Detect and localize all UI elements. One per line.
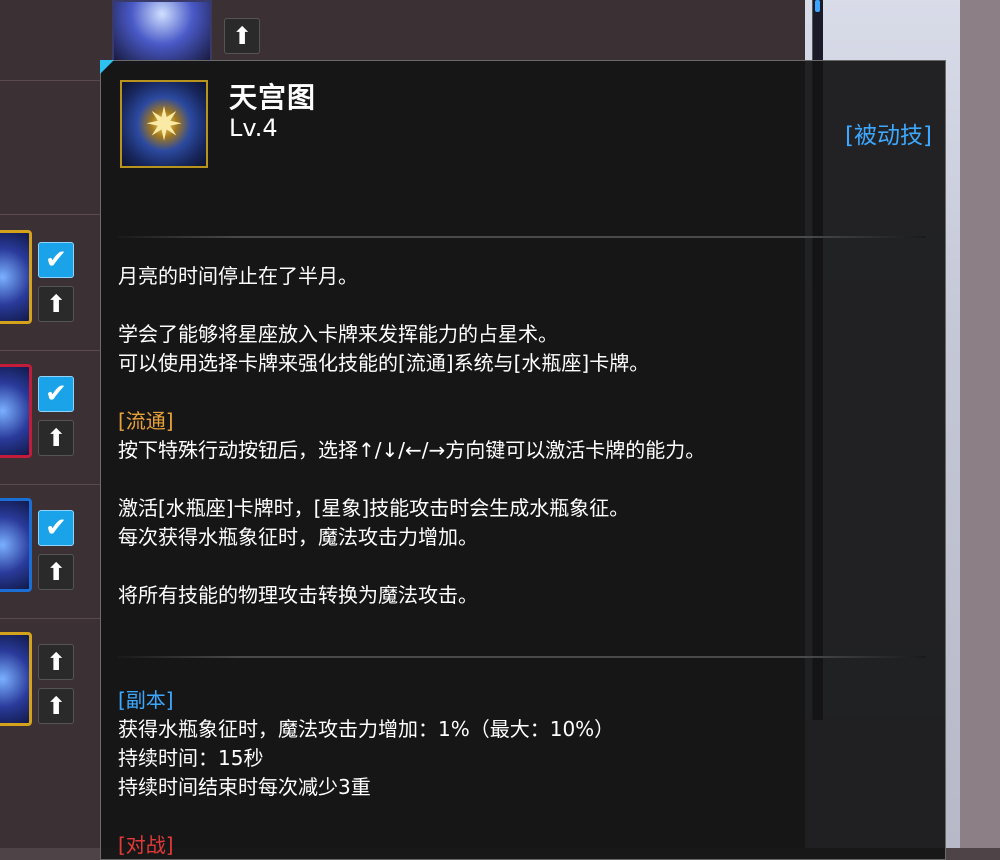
scrollbar-thumb[interactable] (815, 0, 820, 12)
aquarius-line-1: 激活[水瓶座]卡牌时，[星象]技能攻击时会生成水瓶象征。 (118, 496, 630, 520)
row-divider (0, 618, 100, 619)
dungeon-section-title: [副本] (118, 688, 174, 712)
skill-type-badge: [被动技] (845, 123, 932, 149)
description-line-2: 可以使用选择卡牌来强化技能的[流通]系统与[水瓶座]卡牌。 (118, 351, 650, 375)
row-divider (0, 484, 100, 485)
dungeon-line-1: 获得水瓶象征时，魔法攻击力增加：1%（最大：10%） (118, 717, 615, 741)
level-up-button-4b[interactable]: ⬆ (38, 688, 74, 724)
skill-checkbox-3[interactable]: ✔ (38, 510, 74, 546)
convert-line: 将所有技能的物理攻击转换为魔法攻击。 (118, 583, 478, 607)
flow-section-text: 按下特殊行动按钮后，选择↑/↓/←/→方向键可以激活卡牌的能力。 (118, 438, 706, 462)
level-up-button-4a[interactable]: ⬆ (38, 644, 74, 680)
level-up-button[interactable]: ⬆ (224, 18, 260, 54)
flavor-text: 月亮的时间停止在了半月。 (118, 264, 358, 288)
skill-slot-top[interactable] (112, 0, 212, 64)
window-edge (960, 0, 1000, 848)
skill-checkbox-1[interactable]: ✔ (38, 242, 74, 278)
pvp-section-title: [对战] (118, 833, 174, 857)
skill-slot-1[interactable] (0, 230, 32, 324)
tooltip-corner-accent (100, 60, 114, 74)
dungeon-pvp-section: [副本] 获得水瓶象征时，魔法攻击力增加：1%（最大：10%） 持续时间：15秒… (118, 686, 918, 860)
skill-checkbox-2[interactable]: ✔ (38, 376, 74, 412)
skill-slot-3[interactable] (0, 498, 32, 592)
dungeon-line-2: 持续时间：15秒 (118, 746, 264, 770)
row-divider (0, 214, 100, 215)
skill-slot-4[interactable] (0, 632, 32, 726)
row-divider (0, 80, 100, 81)
level-up-button-1[interactable]: ⬆ (38, 286, 74, 322)
tooltip-divider (118, 236, 926, 238)
horoscope-compass-icon: ✷ (120, 80, 208, 168)
flow-section-title: [流通] (118, 409, 174, 433)
skill-slot-2[interactable] (0, 364, 32, 458)
skill-description: 月亮的时间停止在了半月。 学会了能够将星座放入卡牌来发挥能力的占星术。 可以使用… (118, 262, 918, 610)
skill-name: 天宫图 (229, 81, 317, 114)
level-up-button-2[interactable]: ⬆ (38, 420, 74, 456)
level-up-button-3[interactable]: ⬆ (38, 554, 74, 590)
row-divider (0, 350, 100, 351)
skill-level: Lv.4 (229, 114, 278, 142)
aquarius-line-2: 每次获得水瓶象征时，魔法攻击力增加。 (118, 525, 478, 549)
tooltip-divider (118, 656, 926, 658)
description-line-1: 学会了能够将星座放入卡牌来发挥能力的占星术。 (118, 322, 558, 346)
dungeon-line-3: 持续时间结束时每次减少3重 (118, 775, 371, 799)
